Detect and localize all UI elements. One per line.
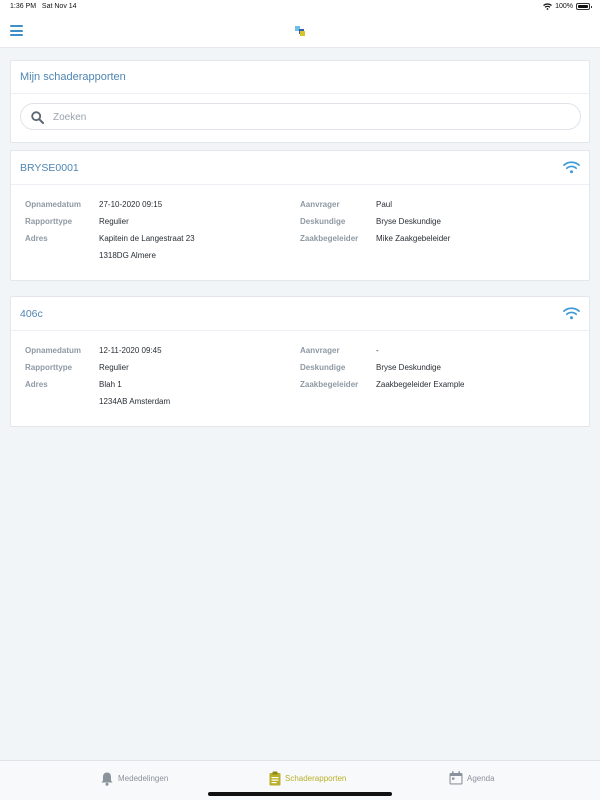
value-opnamedatum: 12-11-2020 09:45	[99, 346, 162, 355]
label-zaakbegeleider: Zaakbegeleider	[300, 234, 359, 243]
status-clock: 1:36 PM	[10, 3, 37, 10]
search-icon	[31, 111, 44, 124]
label-deskundige: Deskundige	[300, 217, 346, 226]
battery-percentage: 100%	[555, 3, 573, 10]
hamburger-icon[interactable]	[10, 25, 23, 36]
reports-header-card: Mijn schaderapporten	[10, 60, 590, 143]
value-opnamedatum: 27-10-2020 09:15	[99, 200, 163, 209]
search-input[interactable]	[53, 109, 553, 125]
home-indicator	[208, 792, 392, 796]
value-rapporttype: Regulier	[99, 363, 129, 372]
value-adres-line2: 1318DG Almere	[99, 251, 156, 260]
value-deskundige: Bryse Deskundige	[376, 217, 441, 226]
value-zaakbegeleider: Zaakbegeleider Example	[376, 380, 465, 389]
page-title: Mijn schaderapporten	[20, 71, 126, 83]
tab-label: Agenda	[467, 773, 495, 783]
search-box[interactable]	[20, 103, 581, 130]
label-opnamedatum: Opnamedatum	[25, 346, 82, 355]
nav-bar	[0, 14, 600, 48]
clipboard-icon	[269, 771, 281, 785]
tab-label: Schaderapporten	[285, 773, 347, 783]
status-indicators: 100%	[543, 3, 592, 10]
tab-mededelingen[interactable]: Mededelingen	[100, 769, 168, 787]
bell-icon	[101, 772, 113, 786]
calendar-icon	[449, 771, 463, 785]
status-date: Sat Nov 14	[41, 3, 77, 10]
value-deskundige: Bryse Deskundige	[376, 363, 441, 372]
battery-icon	[576, 3, 592, 10]
divider	[11, 184, 589, 185]
wifi-icon	[563, 161, 580, 174]
label-adres: Adres	[25, 380, 48, 389]
value-aanvrager: Paul	[376, 200, 393, 209]
divider	[11, 330, 589, 331]
report-card[interactable]: BRYSE0001 Opnamedatum 27-10-2020 09:15 R…	[10, 150, 590, 281]
label-rapporttype: Rapporttype	[25, 363, 73, 372]
value-adres-line1: Blah 1	[99, 380, 122, 389]
report-id[interactable]: BRYSE0001	[20, 162, 79, 174]
tab-agenda[interactable]: Agenda	[449, 769, 495, 787]
value-adres-line2: 1234AB Amsterdam	[99, 397, 171, 406]
tab-label: Mededelingen	[118, 773, 169, 783]
value-zaakbegeleider: Mike Zaakgebeleider	[376, 234, 451, 243]
tab-schaderapporten[interactable]: Schaderapporten	[269, 769, 346, 787]
divider	[11, 93, 589, 94]
label-adres: Adres	[25, 234, 48, 243]
label-zaakbegeleider: Zaakbegeleider	[300, 380, 359, 389]
label-aanvrager: Aanvrager	[300, 200, 340, 209]
report-id[interactable]: 406c	[20, 308, 43, 320]
wifi-icon	[563, 307, 580, 320]
label-aanvrager: Aanvrager	[300, 346, 340, 355]
status-time: 1:36 PM Sat Nov 14	[10, 3, 77, 10]
label-deskundige: Deskundige	[300, 363, 346, 372]
value-aanvrager: -	[376, 346, 379, 355]
report-card[interactable]: 406c Opnamedatum 12-11-2020 09:45 Rappor…	[10, 296, 590, 427]
label-rapporttype: Rapporttype	[25, 217, 73, 226]
label-opnamedatum: Opnamedatum	[25, 200, 82, 209]
value-rapporttype: Regulier	[99, 217, 129, 226]
app-logo	[295, 26, 305, 36]
value-adres-line1: Kapitein de Langestraat 23	[99, 234, 195, 243]
status-bar: 1:36 PM Sat Nov 14 100%	[0, 0, 600, 14]
wifi-status-icon	[543, 3, 552, 10]
main-content: Mijn schaderapporten BRYSE0001 Opnamedat…	[0, 48, 600, 760]
